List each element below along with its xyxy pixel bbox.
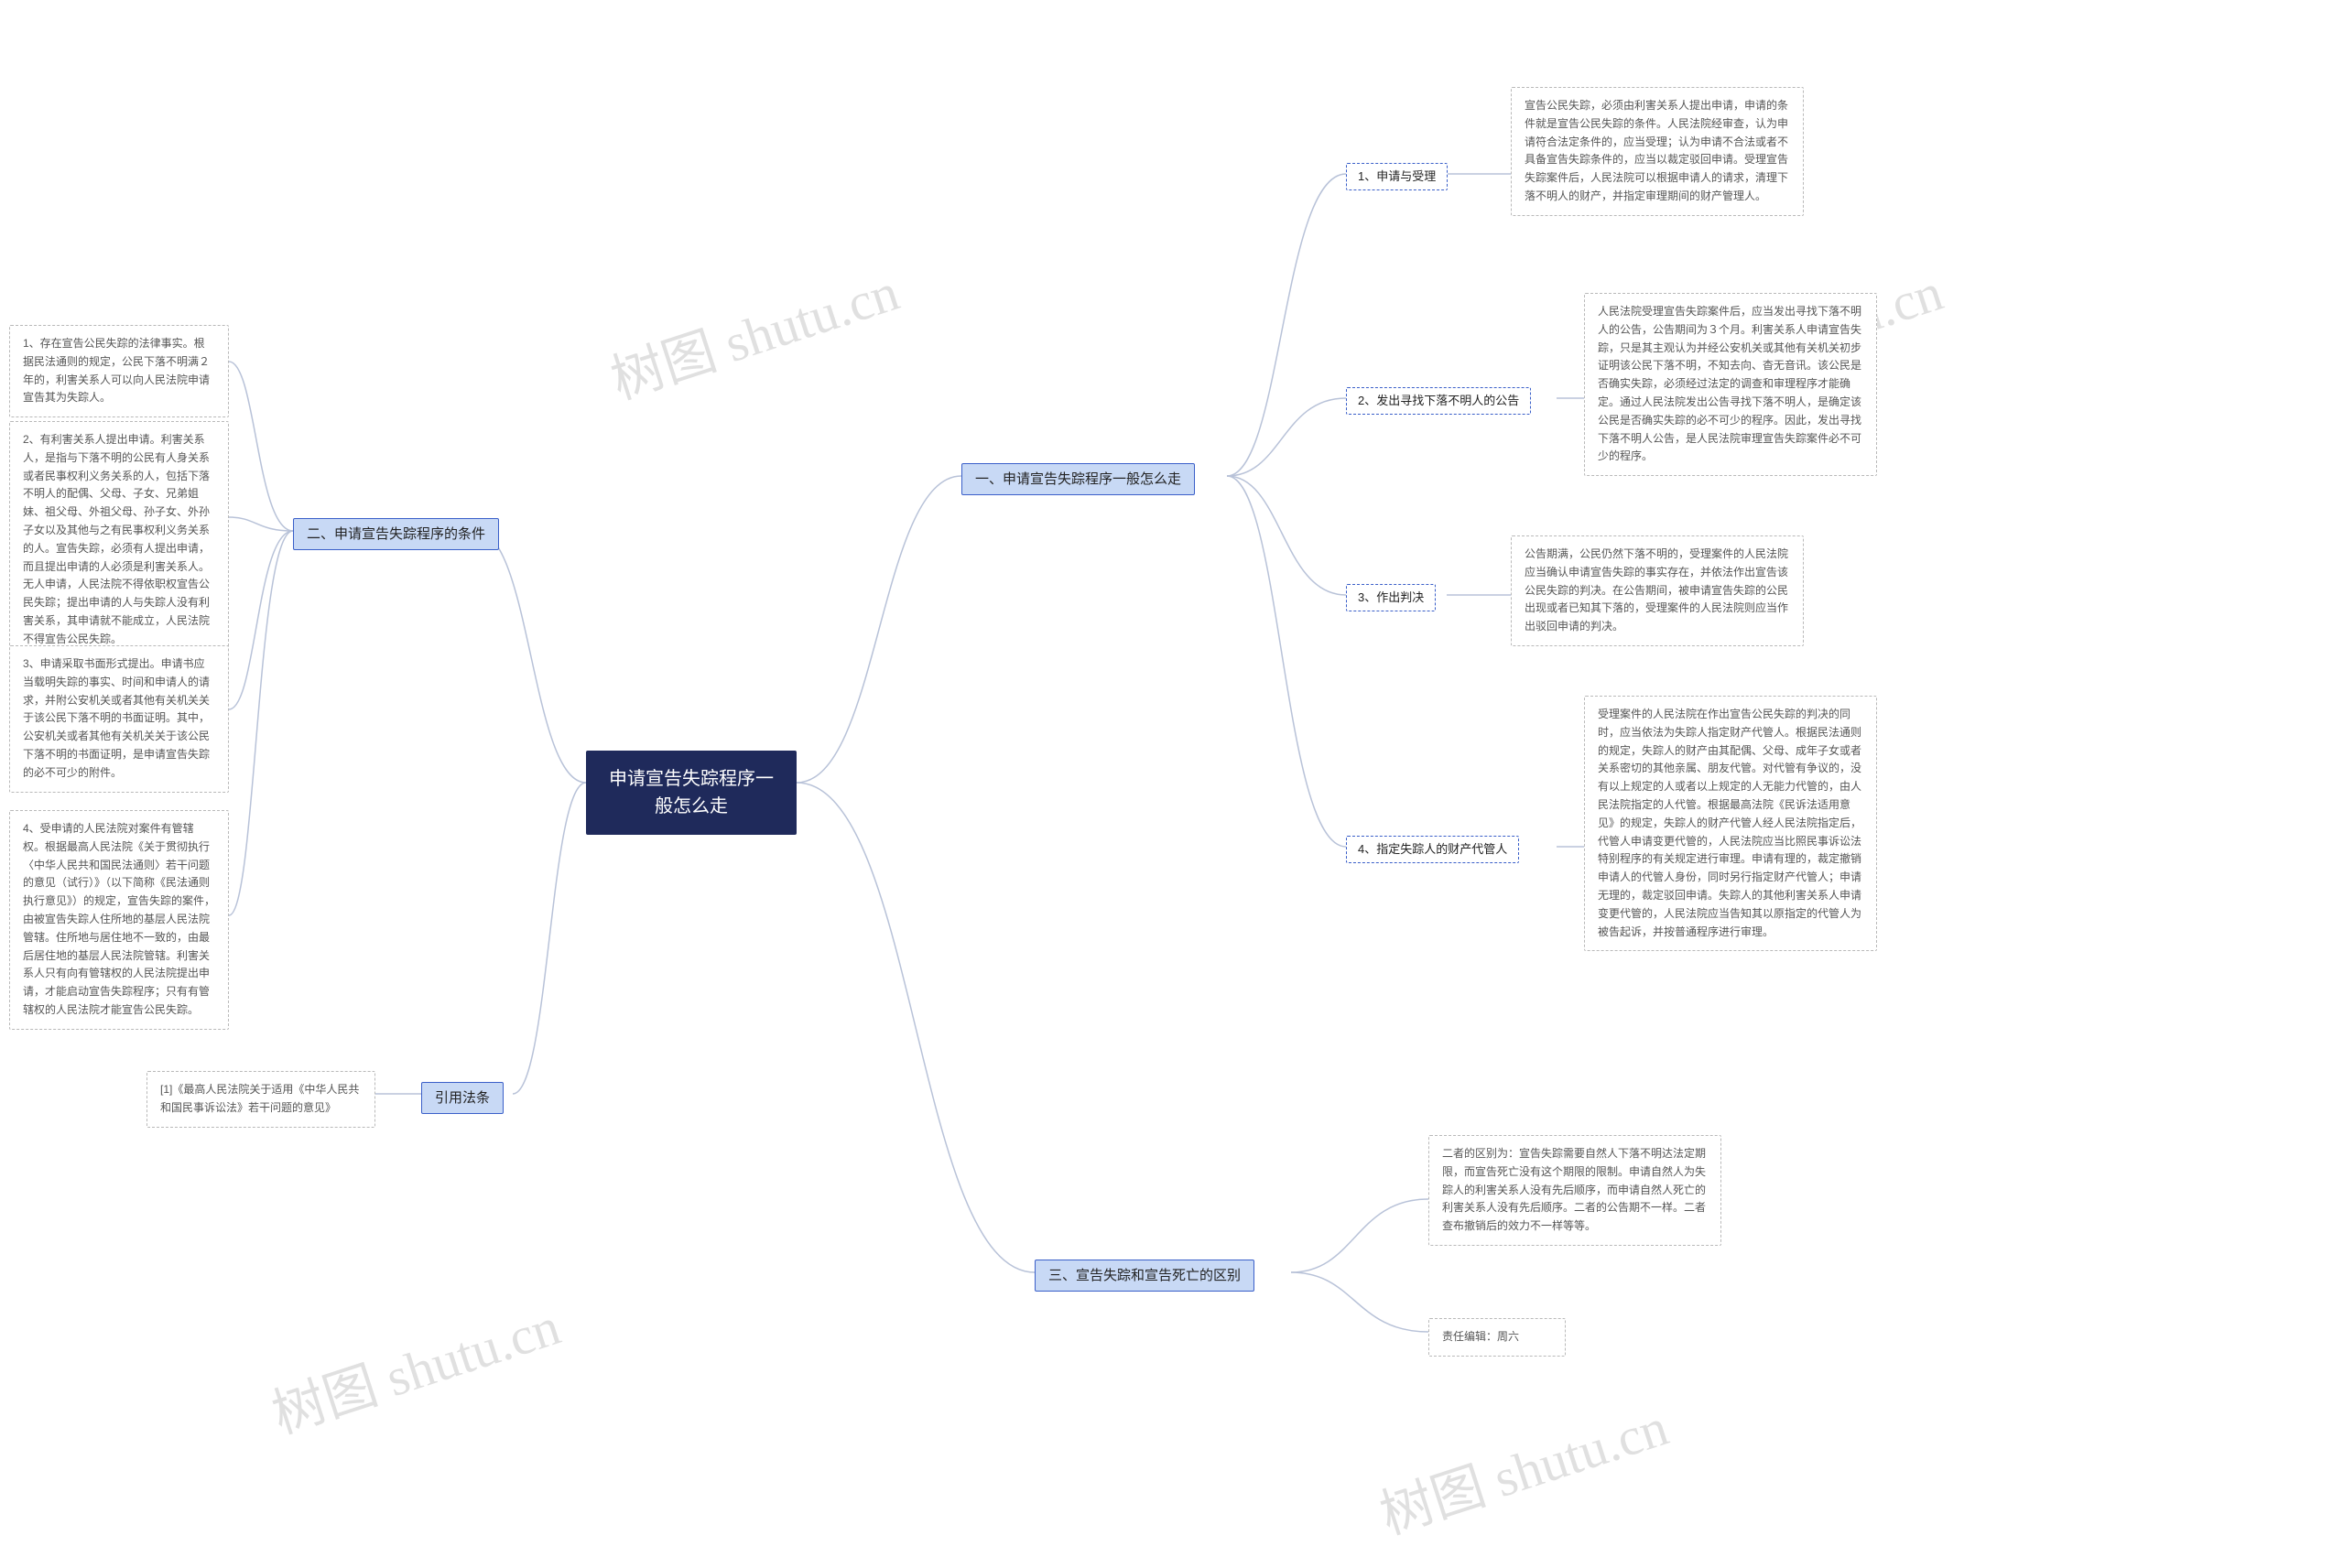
branch-2-label: 二、申请宣告失踪程序的条件 [307,526,485,542]
leaf-2-2-text: 2、有利害关系人提出申请。利害关系人，是指与下落不明的公民有人身关系或者民事权利… [23,433,210,645]
branch-1-label: 一、申请宣告失踪程序一般怎么走 [975,471,1181,487]
subnode-1-3-label: 3、作出判决 [1358,590,1424,604]
root-title: 申请宣告失踪程序一般怎么走 [609,769,774,816]
leaf-4-1-text: [1]《最高人民法院关于适用《中华人民共和国民事诉讼法》若干问题的意见》 [160,1083,359,1114]
leaf-2-1-text: 1、存在宣告公民失踪的法律事实。根据民法通则的规定，公民下落不明满２年的，利害关… [23,337,210,404]
subnode-1-2-label: 2、发出寻找下落不明人的公告 [1358,394,1519,407]
subnode-1-1: 1、申请与受理 [1346,163,1448,190]
root-node: 申请宣告失踪程序一般怎么走 [586,751,797,835]
branch-1: 一、申请宣告失踪程序一般怎么走 [961,463,1195,495]
leaf-1-3: 公告期满，公民仍然下落不明的，受理案件的人民法院应当确认申请宣告失踪的事实存在，… [1511,535,1804,646]
leaf-4-1: [1]《最高人民法院关于适用《中华人民共和国民事诉讼法》若干问题的意见》 [146,1071,375,1128]
subnode-1-4: 4、指定失踪人的财产代管人 [1346,836,1519,863]
subnode-1-3: 3、作出判决 [1346,584,1436,611]
subnode-1-1-label: 1、申请与受理 [1358,169,1436,183]
subnode-1-4-label: 4、指定失踪人的财产代管人 [1358,842,1507,856]
branch-4-label: 引用法条 [435,1090,490,1106]
watermark-1: 树图 shutu.cn [600,249,906,414]
leaf-1-4: 受理案件的人民法院在作出宣告公民失踪的判决的同时，应当依法为失踪人指定财产代管人… [1584,696,1877,951]
leaf-2-3-text: 3、申请采取书面形式提出。申请书应当载明失踪的事实、时间和申请人的请求，并附公安… [23,657,210,779]
branch-4: 引用法条 [421,1082,504,1114]
leaf-1-1: 宣告公民失踪，必须由利害关系人提出申请，申请的条件就是宣告公民失踪的条件。人民法… [1511,87,1804,216]
leaf-2-3: 3、申请采取书面形式提出。申请书应当载明失踪的事实、时间和申请人的请求，并附公安… [9,645,229,793]
branch-3-label: 三、宣告失踪和宣告死亡的区别 [1048,1268,1241,1283]
leaf-2-4: 4、受申请的人民法院对案件有管辖权。根据最高人民法院《关于贯彻执行〈中华人民共和… [9,810,229,1030]
watermark-3: 树图 shutu.cn [261,1283,568,1448]
watermark-4: 树图 shutu.cn [1369,1384,1676,1549]
leaf-3-2-text: 责任编辑：周六 [1442,1330,1519,1343]
connector-lines [0,0,2344,1568]
leaf-3-1: 二者的区别为：宣告失踪需要自然人下落不明达法定期限，而宣告死亡没有这个期限的限制… [1428,1135,1721,1246]
leaf-1-1-text: 宣告公民失踪，必须由利害关系人提出申请，申请的条件就是宣告公民失踪的条件。人民法… [1525,99,1788,202]
subnode-1-2: 2、发出寻找下落不明人的公告 [1346,387,1531,415]
leaf-2-2: 2、有利害关系人提出申请。利害关系人，是指与下落不明的公民有人身关系或者民事权利… [9,421,229,659]
leaf-3-1-text: 二者的区别为：宣告失踪需要自然人下落不明达法定期限，而宣告死亡没有这个期限的限制… [1442,1147,1706,1232]
leaf-1-2: 人民法院受理宣告失踪案件后，应当发出寻找下落不明人的公告，公告期间为３个月。利害… [1584,293,1877,476]
leaf-1-2-text: 人民法院受理宣告失踪案件后，应当发出寻找下落不明人的公告，公告期间为３个月。利害… [1598,305,1861,462]
branch-2: 二、申请宣告失踪程序的条件 [293,518,499,550]
leaf-1-4-text: 受理案件的人民法院在作出宣告公民失踪的判决的同时，应当依法为失踪人指定财产代管人… [1598,708,1861,938]
branch-3: 三、宣告失踪和宣告死亡的区别 [1035,1260,1254,1292]
leaf-2-4-text: 4、受申请的人民法院对案件有管辖权。根据最高人民法院《关于贯彻执行〈中华人民共和… [23,822,215,1016]
leaf-1-3-text: 公告期满，公民仍然下落不明的，受理案件的人民法院应当确认申请宣告失踪的事实存在，… [1525,547,1788,633]
leaf-3-2: 责任编辑：周六 [1428,1318,1566,1357]
leaf-2-1: 1、存在宣告公民失踪的法律事实。根据民法通则的规定，公民下落不明满２年的，利害关… [9,325,229,417]
